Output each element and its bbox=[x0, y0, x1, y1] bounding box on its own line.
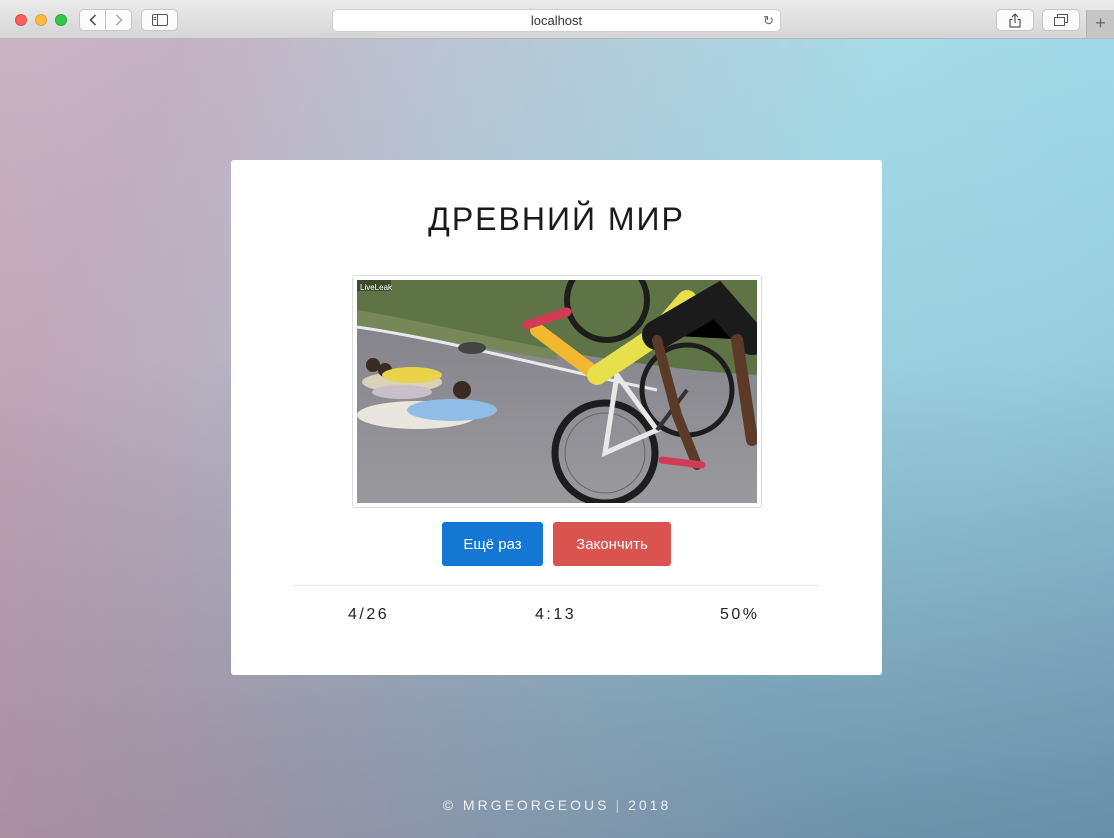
chevron-right-icon bbox=[115, 14, 123, 26]
footer-year: 2018 bbox=[628, 797, 672, 813]
sidebar-icon bbox=[151, 14, 168, 26]
url-text: localhost bbox=[530, 13, 583, 28]
quiz-title: ДРЕВНИЙ МИР bbox=[428, 201, 685, 237]
new-tab-button[interactable]: + bbox=[1086, 10, 1114, 38]
footer: © MRGEORGEOUS | 2018 bbox=[0, 797, 1114, 813]
page-background: ДРЕВНИЙ МИР LiveLeak Ещё раз Закончить 4… bbox=[0, 39, 1114, 838]
tabs-icon bbox=[1054, 14, 1068, 26]
question-progress: 4/26 bbox=[348, 606, 390, 623]
zoom-window-button[interactable] bbox=[55, 14, 67, 26]
stats-divider bbox=[293, 585, 819, 586]
footer-separator: | bbox=[615, 797, 623, 813]
finish-button[interactable]: Закончить bbox=[553, 522, 671, 566]
address-bar[interactable]: localhost ↻ bbox=[332, 9, 781, 32]
back-button[interactable] bbox=[79, 9, 106, 31]
chevron-left-icon bbox=[88, 14, 96, 26]
close-window-button[interactable] bbox=[15, 14, 27, 26]
footer-copyright: © MRGEORGEOUS bbox=[442, 797, 610, 813]
quiz-media-frame: LiveLeak bbox=[352, 275, 762, 508]
quiz-gif: LiveLeak bbox=[357, 280, 757, 503]
timer: 4:13 bbox=[535, 606, 577, 623]
score-percent: 50% bbox=[720, 606, 760, 623]
reload-icon[interactable]: ↻ bbox=[763, 10, 774, 31]
gif-illustration bbox=[357, 280, 757, 503]
sidebar-toggle-button[interactable] bbox=[141, 9, 178, 31]
share-button[interactable] bbox=[996, 9, 1034, 31]
browser-toolbar: localhost ↻ + bbox=[0, 0, 1114, 39]
gif-watermark: LiveLeak bbox=[360, 283, 393, 292]
quiz-card: ДРЕВНИЙ МИР LiveLeak Ещё раз Закончить 4… bbox=[231, 160, 882, 675]
show-tabs-button[interactable] bbox=[1042, 9, 1080, 31]
again-button[interactable]: Ещё раз bbox=[442, 522, 543, 566]
forward-button[interactable] bbox=[105, 9, 132, 31]
minimize-window-button[interactable] bbox=[35, 14, 47, 26]
share-icon bbox=[1009, 12, 1021, 28]
